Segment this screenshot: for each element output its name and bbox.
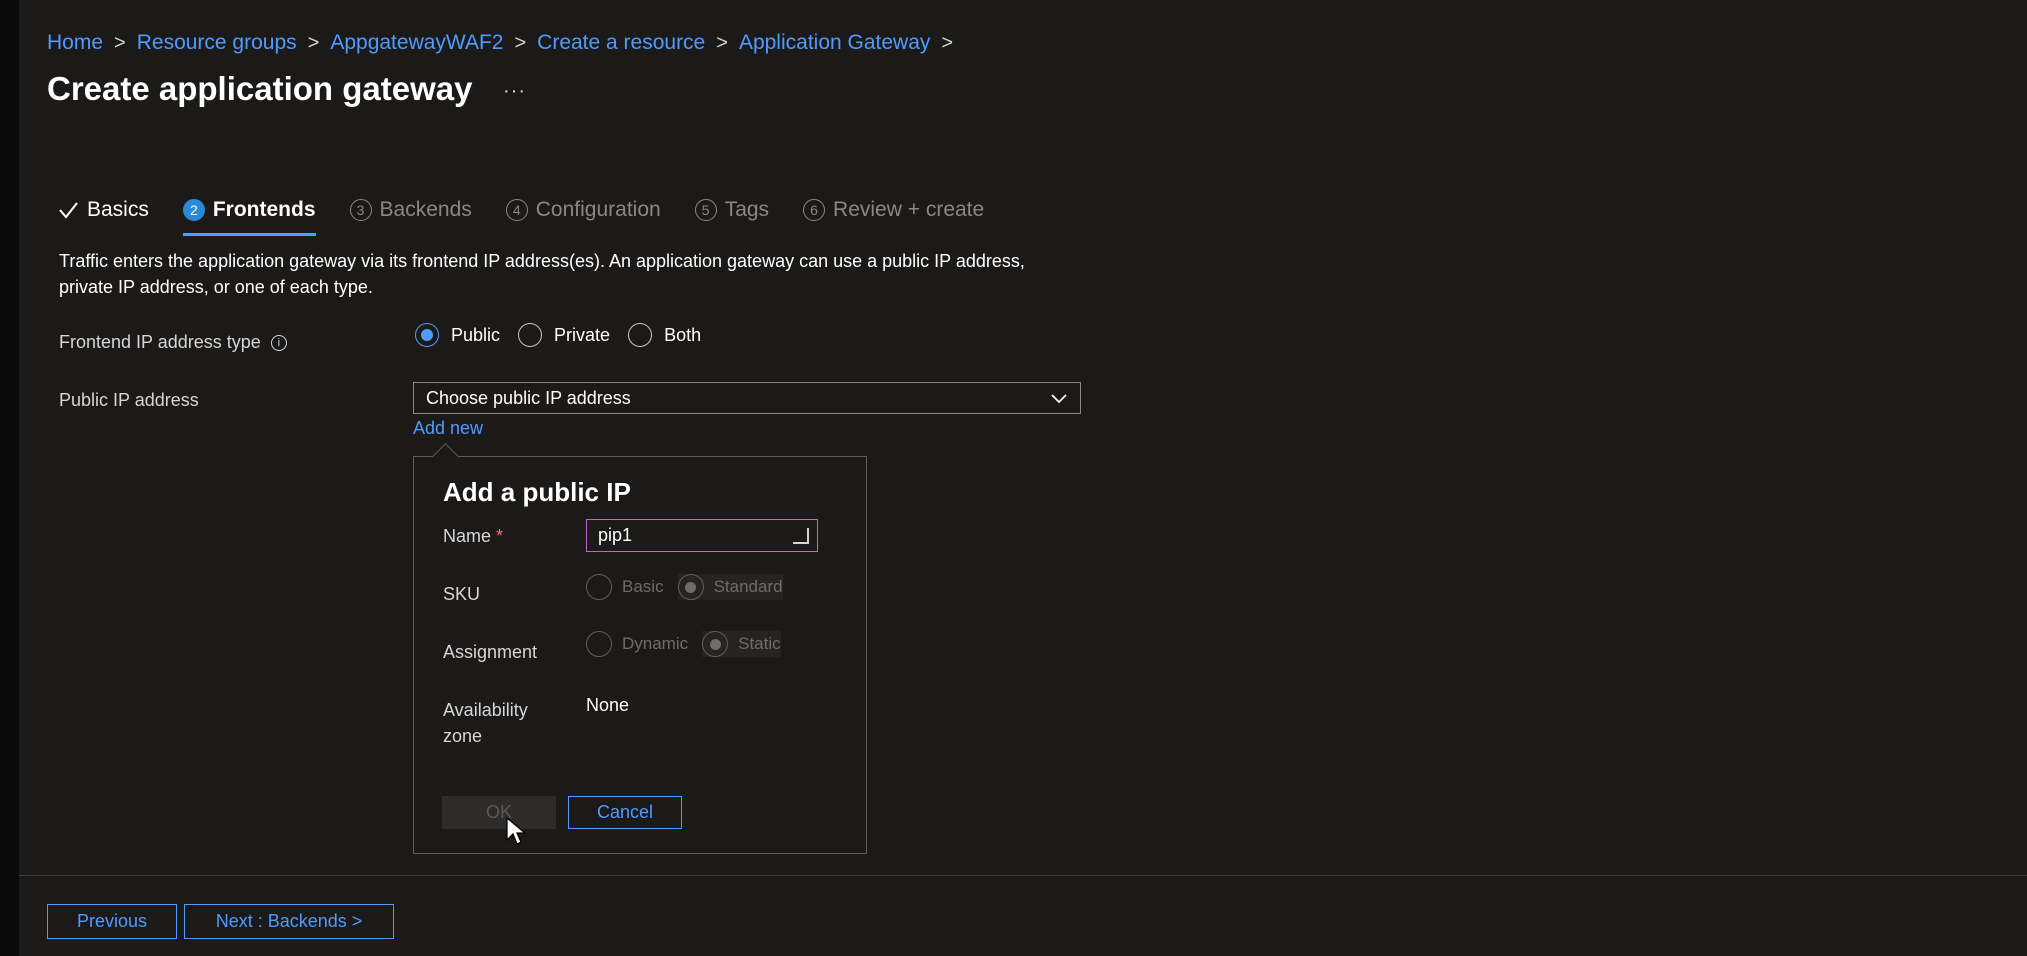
- radio-empty-icon: [628, 323, 653, 347]
- sku-label: SKU: [443, 584, 481, 604]
- breadcrumb-resource-group[interactable]: AppgatewayWAF2: [330, 31, 503, 55]
- frontend-ip-type-radios: Public Private Both: [415, 323, 719, 347]
- radio-label: Static: [738, 634, 781, 653]
- breadcrumb-create-resource[interactable]: Create a resource: [537, 31, 705, 55]
- tab-label: Tags: [724, 198, 770, 221]
- step-number-icon: 3: [349, 199, 372, 221]
- radio-label: Both: [664, 324, 702, 345]
- name-label-text: Name: [443, 526, 492, 546]
- more-options-icon[interactable]: ···: [503, 80, 526, 103]
- zone-label-line: zone: [443, 726, 483, 746]
- radio-label: Dynamic: [622, 634, 689, 653]
- availability-zone-label: Availability zone: [443, 697, 528, 749]
- public-ip-dropdown[interactable]: Choose public IP address: [413, 382, 1081, 414]
- breadcrumb-resource-groups[interactable]: Resource groups: [137, 31, 297, 55]
- step-number-icon: 2: [182, 199, 205, 221]
- radio-private[interactable]: Private: [518, 323, 610, 347]
- tab-label: Basics: [87, 198, 149, 221]
- tab-tags[interactable]: 5 Tags: [694, 190, 770, 230]
- tab-label: Configuration: [535, 198, 661, 221]
- chevron-right-icon: >: [941, 31, 954, 54]
- radio-selected-icon: [415, 323, 439, 347]
- tab-label: Review + create: [833, 198, 985, 221]
- frontends-description: Traffic enters the application gateway v…: [59, 251, 1025, 297]
- chevron-right-icon: >: [307, 31, 320, 54]
- chevron-right-icon: >: [514, 31, 527, 54]
- tab-frontends[interactable]: 2 Frontends: [182, 190, 316, 236]
- radio-label: Private: [554, 324, 611, 345]
- tab-basics[interactable]: Basics: [57, 190, 149, 230]
- radio-sku-standard[interactable]: Standard: [677, 574, 783, 600]
- page-title: Create application gateway: [47, 70, 473, 107]
- zone-label-line: Availability: [443, 700, 528, 720]
- public-ip-label: Public IP address: [59, 390, 199, 410]
- left-edge: [0, 0, 19, 956]
- breadcrumb-home[interactable]: Home: [47, 31, 103, 55]
- dropdown-placeholder: Choose public IP address: [426, 387, 631, 408]
- add-public-ip-callout: Add a public IP Name * pip1 SKU Basic St…: [413, 443, 867, 854]
- sku-radios: Basic Standard: [586, 574, 797, 600]
- radio-label: Standard: [713, 577, 783, 596]
- chevron-right-icon: >: [114, 31, 126, 54]
- name-input[interactable]: pip1: [586, 519, 818, 552]
- ok-button[interactable]: OK: [442, 796, 556, 829]
- radio-public[interactable]: Public: [415, 323, 500, 347]
- radio-assignment-dynamic[interactable]: Dynamic: [586, 631, 688, 657]
- add-new-public-ip-link[interactable]: Add new: [413, 418, 483, 439]
- main-panel: Home > Resource groups > AppgatewayWAF2 …: [19, 0, 2027, 956]
- radio-both[interactable]: Both: [628, 323, 701, 347]
- checkmark-icon: [59, 202, 78, 219]
- radio-empty-icon: [586, 574, 612, 600]
- radio-selected-icon: [677, 574, 704, 600]
- radio-label: Basic: [622, 577, 664, 596]
- step-number-icon: 4: [505, 199, 528, 221]
- chevron-down-icon: [1051, 394, 1067, 404]
- radio-assignment-static[interactable]: Static: [702, 631, 781, 657]
- tab-configuration[interactable]: 4 Configuration: [505, 190, 661, 230]
- tab-label: Backends: [379, 198, 472, 221]
- assignment-radios: Dynamic Static: [586, 631, 795, 657]
- info-icon[interactable]: i: [270, 334, 287, 351]
- next-backends-button[interactable]: Next : Backends >: [184, 904, 394, 939]
- tab-label: Frontends: [212, 198, 316, 221]
- breadcrumb: Home > Resource groups > AppgatewayWAF2 …: [47, 31, 964, 55]
- cancel-button[interactable]: Cancel: [568, 796, 682, 829]
- name-label: Name *: [443, 523, 503, 549]
- assignment-label: Assignment: [443, 642, 538, 662]
- name-input-value: pip1: [598, 525, 633, 545]
- callout-title: Add a public IP: [443, 477, 631, 507]
- tab-review-create[interactable]: 6 Review + create: [803, 190, 984, 230]
- breadcrumb-application-gateway[interactable]: Application Gateway: [739, 31, 930, 55]
- step-number-icon: 6: [803, 199, 826, 221]
- radio-empty-icon: [518, 323, 543, 347]
- text-cursor-icon: [793, 528, 809, 544]
- field-label-text: Frontend IP address type: [59, 332, 261, 352]
- radio-selected-icon: [702, 631, 729, 657]
- step-number-icon: 5: [694, 199, 717, 221]
- footer-divider: [19, 875, 2027, 876]
- chevron-right-icon: >: [716, 31, 728, 54]
- tab-backends[interactable]: 3 Backends: [349, 190, 472, 230]
- availability-zone-value: None: [586, 695, 630, 715]
- previous-button[interactable]: Previous: [47, 904, 177, 939]
- radio-label: Public: [451, 324, 501, 345]
- radio-sku-basic[interactable]: Basic: [586, 574, 664, 600]
- radio-empty-icon: [586, 631, 612, 657]
- mouse-cursor-icon: [506, 816, 527, 845]
- wizard-steps: Basics 2 Frontends 3 Backends 4 Configur…: [57, 190, 1018, 236]
- frontend-ip-type-label: Frontend IP address type i: [59, 332, 287, 353]
- required-mark: *: [496, 526, 504, 546]
- callout-beak: [432, 443, 459, 470]
